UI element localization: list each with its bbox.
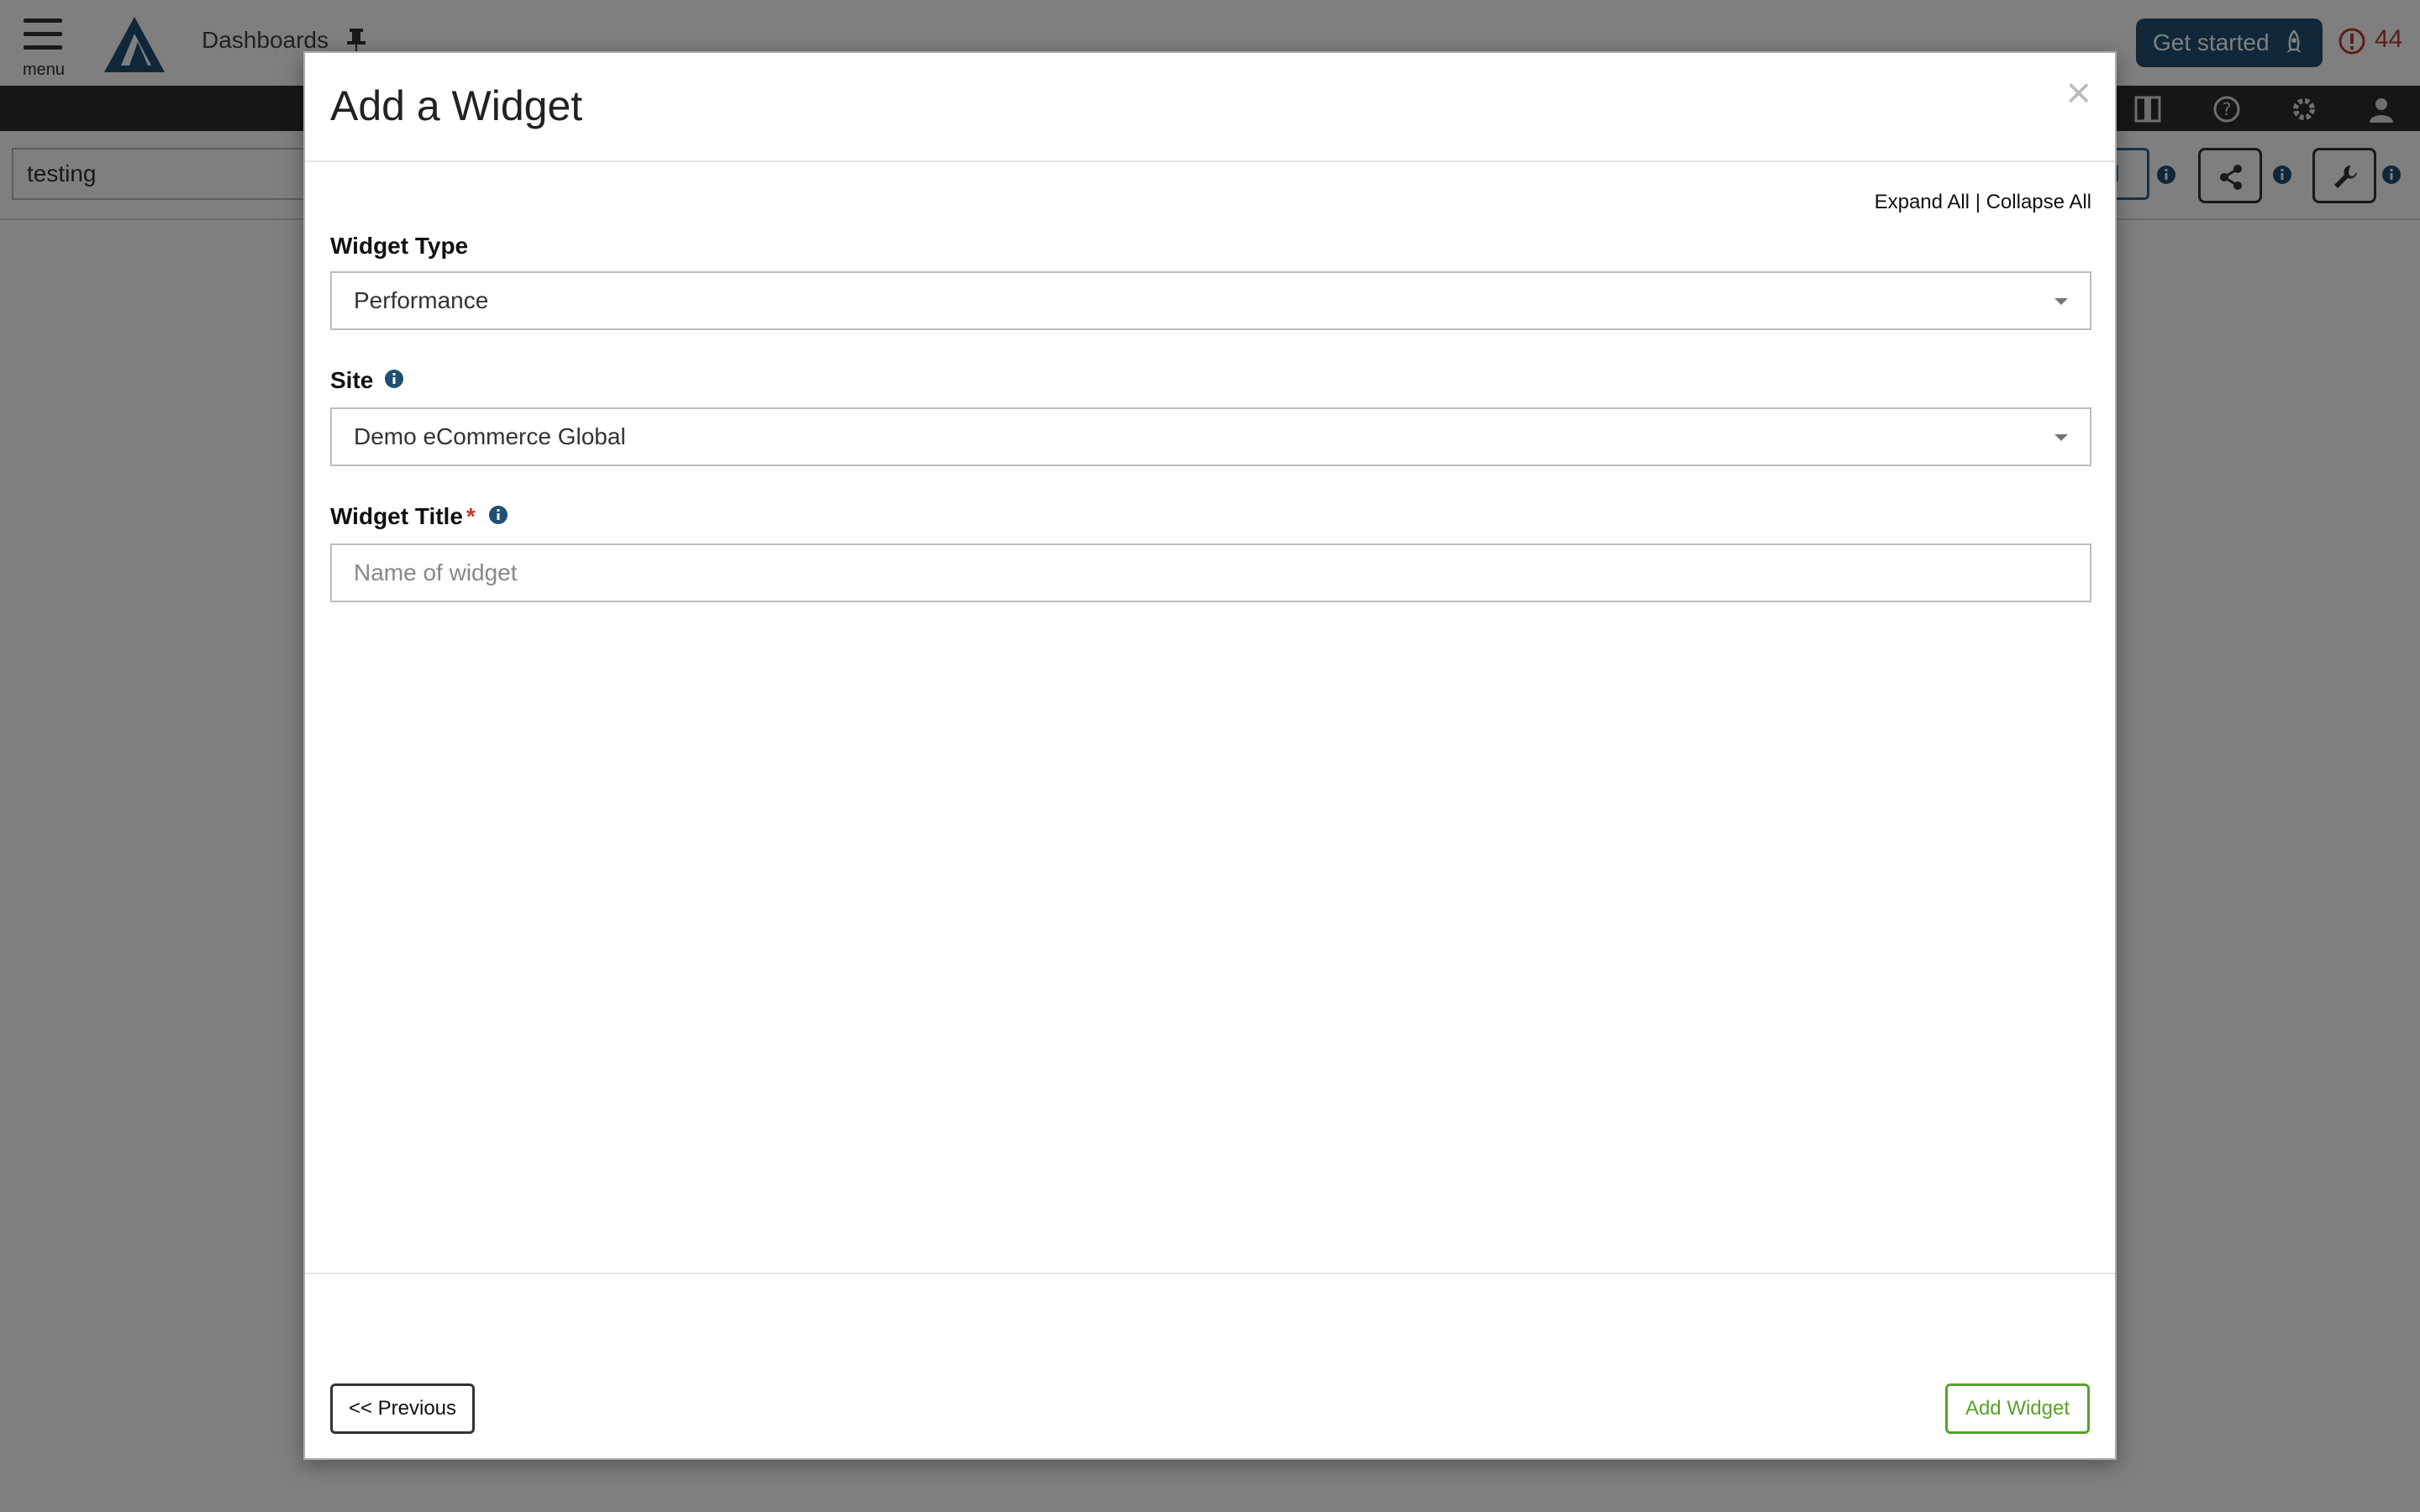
previous-button[interactable]: << Previous — [330, 1383, 475, 1434]
info-icon[interactable] — [384, 369, 404, 389]
chevron-down-icon — [2054, 434, 2068, 441]
info-icon[interactable] — [488, 505, 508, 525]
close-icon[interactable]: × — [2066, 71, 2091, 115]
add-widget-button[interactable]: Add Widget — [1945, 1383, 2090, 1434]
widget-title-placeholder: Name of widget — [354, 559, 518, 585]
site-select[interactable]: Demo eCommerce Global — [330, 407, 2091, 466]
widget-title-label-text: Widget Title — [330, 503, 463, 529]
chevron-down-icon — [2054, 298, 2068, 305]
modal-header: Add a Widget × — [305, 53, 2115, 162]
widget-type-label: Widget Type — [330, 233, 469, 259]
widget-type-value: Performance — [354, 287, 489, 313]
widget-title-input[interactable]: Name of widget — [330, 543, 2091, 602]
modal-title: Add a Widget — [330, 82, 583, 129]
required-marker: * — [466, 503, 476, 529]
expand-collapse-controls: Expand All | Collapse All — [1875, 191, 2091, 214]
widget-title-label: Widget Title * — [330, 503, 476, 530]
widget-type-select[interactable]: Performance — [330, 271, 2091, 330]
expand-all-link[interactable]: Expand All — [1875, 191, 1970, 213]
add-widget-modal: Add a Widget × Expand All | Collapse All… — [303, 51, 2117, 1460]
site-label: Site — [330, 367, 374, 393]
expand-collapse-separator: | — [1975, 191, 1981, 213]
footer-divider — [305, 1273, 2115, 1274]
collapse-all-link[interactable]: Collapse All — [1986, 191, 2091, 213]
site-value: Demo eCommerce Global — [354, 423, 626, 449]
